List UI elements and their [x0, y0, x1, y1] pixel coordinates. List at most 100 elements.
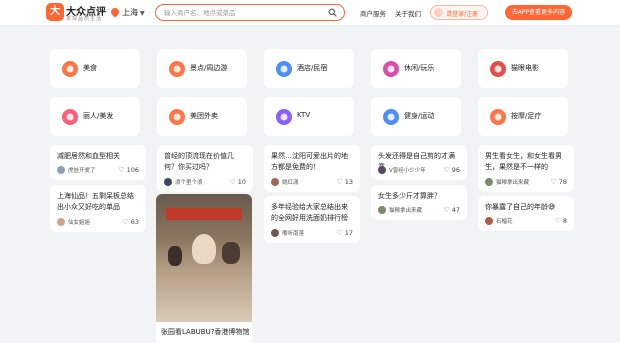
heart-icon: ♡ — [122, 218, 129, 226]
login-label: 请登录/注册 — [446, 11, 479, 18]
author-avatar — [378, 166, 386, 174]
like-count[interactable]: ♡ 106 — [118, 166, 139, 174]
category-hotel[interactable]: 酒店/民宿 — [264, 49, 354, 88]
heart-icon: ♡ — [229, 178, 236, 186]
like-count[interactable]: ♡ 47 — [443, 206, 460, 214]
category-label: 酒店/民宿 — [297, 64, 328, 72]
like-count[interactable]: ♡ 10 — [229, 178, 246, 186]
category-label: 景点/周边游 — [190, 64, 228, 72]
like-count[interactable]: ♡ 63 — [122, 218, 139, 226]
post-title: 你暴露了自己的年龄😅 — [485, 203, 556, 211]
city-name: 上海 — [122, 8, 138, 17]
author-avatar — [378, 206, 386, 214]
ktv-icon — [276, 109, 292, 125]
login-button[interactable]: 请登录/注册 — [430, 5, 488, 20]
author-avatar — [485, 178, 493, 186]
like-count[interactable]: ♡ 8 — [555, 217, 567, 225]
category-food[interactable]: 美食 — [50, 49, 140, 88]
post-author[interactable]: 仙女姐姐 — [57, 218, 90, 226]
delivery-icon — [169, 109, 185, 125]
nav-merchant-service[interactable]: 商户服务 — [360, 8, 386, 18]
image-post-card[interactable]: 张园看LABUBU?香港博物馆 — [156, 194, 252, 343]
post-card[interactable]: 男生看女生，和女生看男生，果然是不一样的 猫粮拿出来藏 ♡ 78 — [478, 145, 574, 192]
heart-icon: ♡ — [550, 178, 557, 186]
heart-icon: ♡ — [443, 206, 450, 214]
category-beauty[interactable]: 丽人/美发 — [50, 97, 140, 136]
post-card[interactable]: 上海仙品！五剩呆板总结出小众又好吃的单品仙女姐姐 ♡ 63 — [50, 185, 146, 232]
like-number: 10 — [237, 178, 246, 186]
category-cat-eye[interactable]: 猫眼电影 — [478, 49, 568, 88]
post-author[interactable]: 虎娃开爱了 — [57, 166, 96, 174]
post-card[interactable]: 你暴露了自己的年龄😅 石榴花 ♡ 8 — [478, 196, 574, 231]
heart-icon: ♡ — [336, 229, 343, 237]
post-card[interactable]: 女生多少斤才算胖？ 猫粮拿出来藏 ♡ 47 — [371, 185, 467, 220]
post-author[interactable]: V曾经小少少年 — [378, 166, 426, 174]
post-title: 女生多少斤才算胖？ — [378, 192, 441, 200]
category-cocktail[interactable]: 休闲/玩乐 — [371, 49, 461, 88]
post-author[interactable]: 猫粮拿出来藏 — [378, 206, 422, 214]
post-author[interactable]: 石榴花 — [485, 217, 513, 225]
scenic-icon — [169, 61, 185, 77]
post-card[interactable]: 果然…沈阳可爱出片的地方都是免费的！ 姚红潇 ♡ 13 — [264, 145, 360, 192]
author-name: 嘟听南落 — [282, 231, 305, 237]
category-label: 按摩/足疗 — [511, 112, 542, 120]
post-author[interactable]: 猫粮拿出来藏 — [485, 178, 529, 186]
logo-mark: 大 — [46, 3, 64, 21]
post-card[interactable]: 减肥居然和血型相关 虎娃开爱了 ♡ 106 — [50, 145, 146, 180]
chevron-down-icon: ▼ — [140, 10, 145, 17]
post-title: 多年经验给大家总结出来的全网好用洗面奶排行榜 — [271, 203, 348, 222]
post-card[interactable]: 多年经验给大家总结出来的全网好用洗面奶排行榜嘟听南落 ♡ 17 — [264, 196, 360, 243]
category-ktv[interactable]: KTV — [264, 97, 354, 136]
open-app-button[interactable]: 去APP查看更多内容 — [505, 5, 572, 20]
author-name: 姚红潇 — [282, 180, 299, 186]
dianping-logo[interactable]: 大 大众点评 发现品质生活 — [46, 3, 106, 23]
search-input[interactable] — [164, 7, 324, 18]
like-count[interactable]: ♡ 17 — [336, 229, 353, 237]
nav-about-us[interactable]: 关于我们 — [395, 8, 421, 18]
like-number: 17 — [344, 229, 353, 237]
post-card[interactable]: 曾经的顶流现在价值几何？你买过吗？ 浪个里个浪 ♡ 10 — [157, 145, 253, 192]
heart-icon: ♡ — [336, 178, 343, 186]
search-box — [155, 4, 345, 21]
post-photo — [156, 194, 252, 322]
fitness-icon — [383, 109, 399, 125]
like-count[interactable]: ♡ 13 — [336, 178, 353, 186]
category-massage[interactable]: 按摩/足疗 — [478, 97, 568, 136]
photo-figure-center — [192, 234, 216, 264]
post-title: 上海仙品！五剩呆板总结出小众又好吃的单品 — [57, 192, 134, 211]
like-count[interactable]: ♡ 78 — [550, 178, 567, 186]
food-icon — [62, 61, 78, 77]
category-fitness[interactable]: 健身/运动 — [371, 97, 461, 136]
author-name: 猫粮拿出来藏 — [389, 208, 423, 214]
photo-sign — [166, 208, 242, 220]
post-title: 果然…沈阳可爱出片的地方都是免费的！ — [271, 152, 348, 171]
author-avatar — [485, 217, 493, 225]
category-label: 丽人/美发 — [83, 112, 114, 120]
hotel-icon — [276, 61, 292, 77]
author-name: 仙女姐姐 — [68, 220, 91, 226]
cat-eye-icon — [490, 61, 506, 77]
location-pin-icon — [109, 6, 121, 18]
post-title: 张园看LABUBU?香港博物馆 — [161, 328, 250, 336]
search-icon[interactable] — [328, 8, 337, 17]
user-avatar-icon — [434, 8, 443, 17]
category-label: 休闲/玩乐 — [404, 64, 435, 72]
author-name: 猫粮拿出来藏 — [496, 180, 530, 186]
author-name: 虎娃开爱了 — [68, 168, 96, 174]
author-name: 浪个里个浪 — [175, 180, 203, 186]
like-count[interactable]: ♡ 96 — [443, 166, 460, 174]
post-author[interactable]: 浪个里个浪 — [164, 178, 203, 186]
massage-icon — [490, 109, 506, 125]
post-card[interactable]: 头发还得是自己剪的才满意V曾经小少少年♡96 — [371, 145, 467, 180]
post-author[interactable]: 嘟听南落 — [271, 229, 304, 237]
like-number: 78 — [558, 178, 567, 186]
post-author[interactable]: 姚红潇 — [271, 178, 299, 186]
author-avatar — [57, 166, 65, 174]
author-avatar — [271, 178, 279, 186]
author-name: 石榴花 — [496, 219, 513, 225]
city-selector[interactable]: 上海 ▼ — [109, 6, 145, 19]
like-number: 96 — [451, 166, 460, 174]
heart-icon: ♡ — [554, 217, 561, 225]
category-scenic[interactable]: 景点/周边游 — [157, 49, 247, 88]
category-delivery[interactable]: 美团外卖 — [157, 97, 247, 136]
